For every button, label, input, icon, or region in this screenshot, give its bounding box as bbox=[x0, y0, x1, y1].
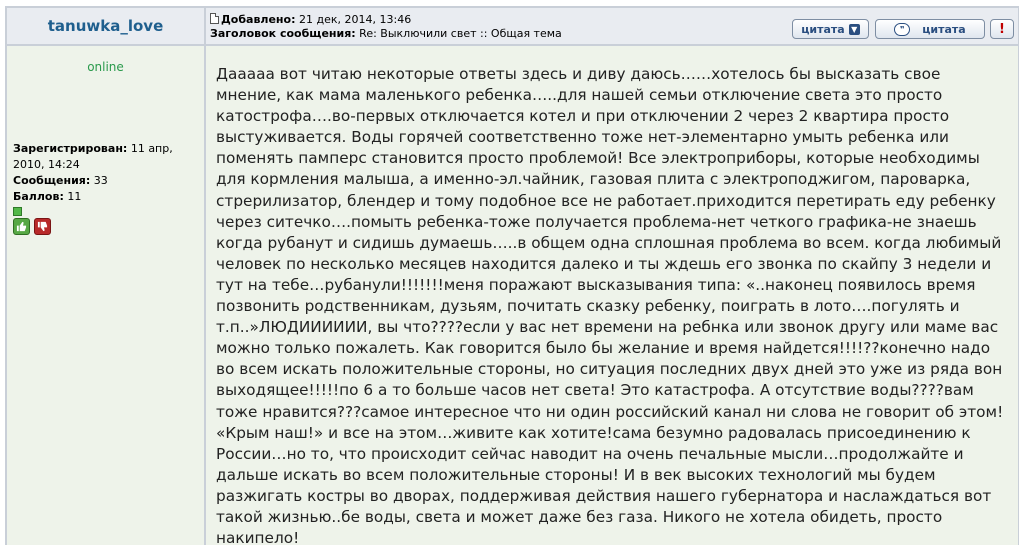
thumbs-down-icon[interactable] bbox=[34, 218, 51, 235]
report-button[interactable]: ! bbox=[990, 19, 1014, 39]
posts-info: Сообщения: 33 bbox=[13, 173, 201, 189]
post-date-line: Добавлено: 21 дек, 2014, 13:46 bbox=[210, 13, 411, 26]
forum-post: tanuwka_love Добавлено: 21 дек, 2014, 13… bbox=[5, 6, 1019, 547]
quote-selected-button[interactable]: ❞ цитата bbox=[875, 19, 985, 39]
thumbs-up-icon[interactable] bbox=[13, 218, 30, 235]
chevron-down-icon: ▼ bbox=[848, 23, 860, 35]
subject-label: Заголовок сообщения: bbox=[210, 27, 356, 40]
points-label: Баллов: bbox=[13, 190, 64, 203]
vote-buttons bbox=[13, 218, 201, 235]
author-profile: online Зарегистрирован: 11 апр, 2010, 14… bbox=[7, 46, 204, 545]
quote-selected-button-label: цитата bbox=[922, 22, 966, 36]
quote-button[interactable]: цитата ▼ bbox=[792, 19, 869, 39]
subject-value: Re: Выключили свет :: Общая тема bbox=[355, 27, 562, 40]
quote-button-label: цитата bbox=[801, 22, 845, 36]
posts-value: 33 bbox=[90, 174, 108, 187]
author-details: Зарегистрирован: 11 апр, 2010, 14:24 Соо… bbox=[13, 141, 201, 235]
post-header: Добавлено: 21 дек, 2014, 13:46 Заголовок… bbox=[206, 8, 1018, 44]
post-subject-line: Заголовок сообщения: Re: Выключили свет … bbox=[210, 27, 562, 40]
points-info: Баллов: 11 bbox=[13, 189, 201, 205]
rank-square-icon bbox=[13, 207, 22, 216]
exclamation-icon: ! bbox=[999, 21, 1005, 37]
speech-bubble-icon: ❞ bbox=[894, 22, 911, 36]
posts-label: Сообщения: bbox=[13, 174, 91, 187]
post-body-text: Дааааа вот читаю некоторые ответы здесь … bbox=[216, 65, 1004, 548]
added-value: 21 дек, 2014, 13:46 bbox=[295, 13, 412, 26]
document-icon bbox=[210, 13, 219, 24]
post-content: Дааааа вот читаю некоторые ответы здесь … bbox=[206, 46, 1018, 547]
registered-info: Зарегистрирован: 11 апр, 2010, 14:24 bbox=[13, 141, 201, 173]
points-value: 11 bbox=[63, 190, 82, 203]
registered-label: Зарегистрирован: bbox=[13, 142, 128, 155]
author-header: tanuwka_love bbox=[7, 8, 204, 44]
author-username[interactable]: tanuwka_love bbox=[48, 17, 164, 35]
added-label: Добавлено: bbox=[221, 13, 296, 26]
online-status: online bbox=[87, 60, 124, 74]
